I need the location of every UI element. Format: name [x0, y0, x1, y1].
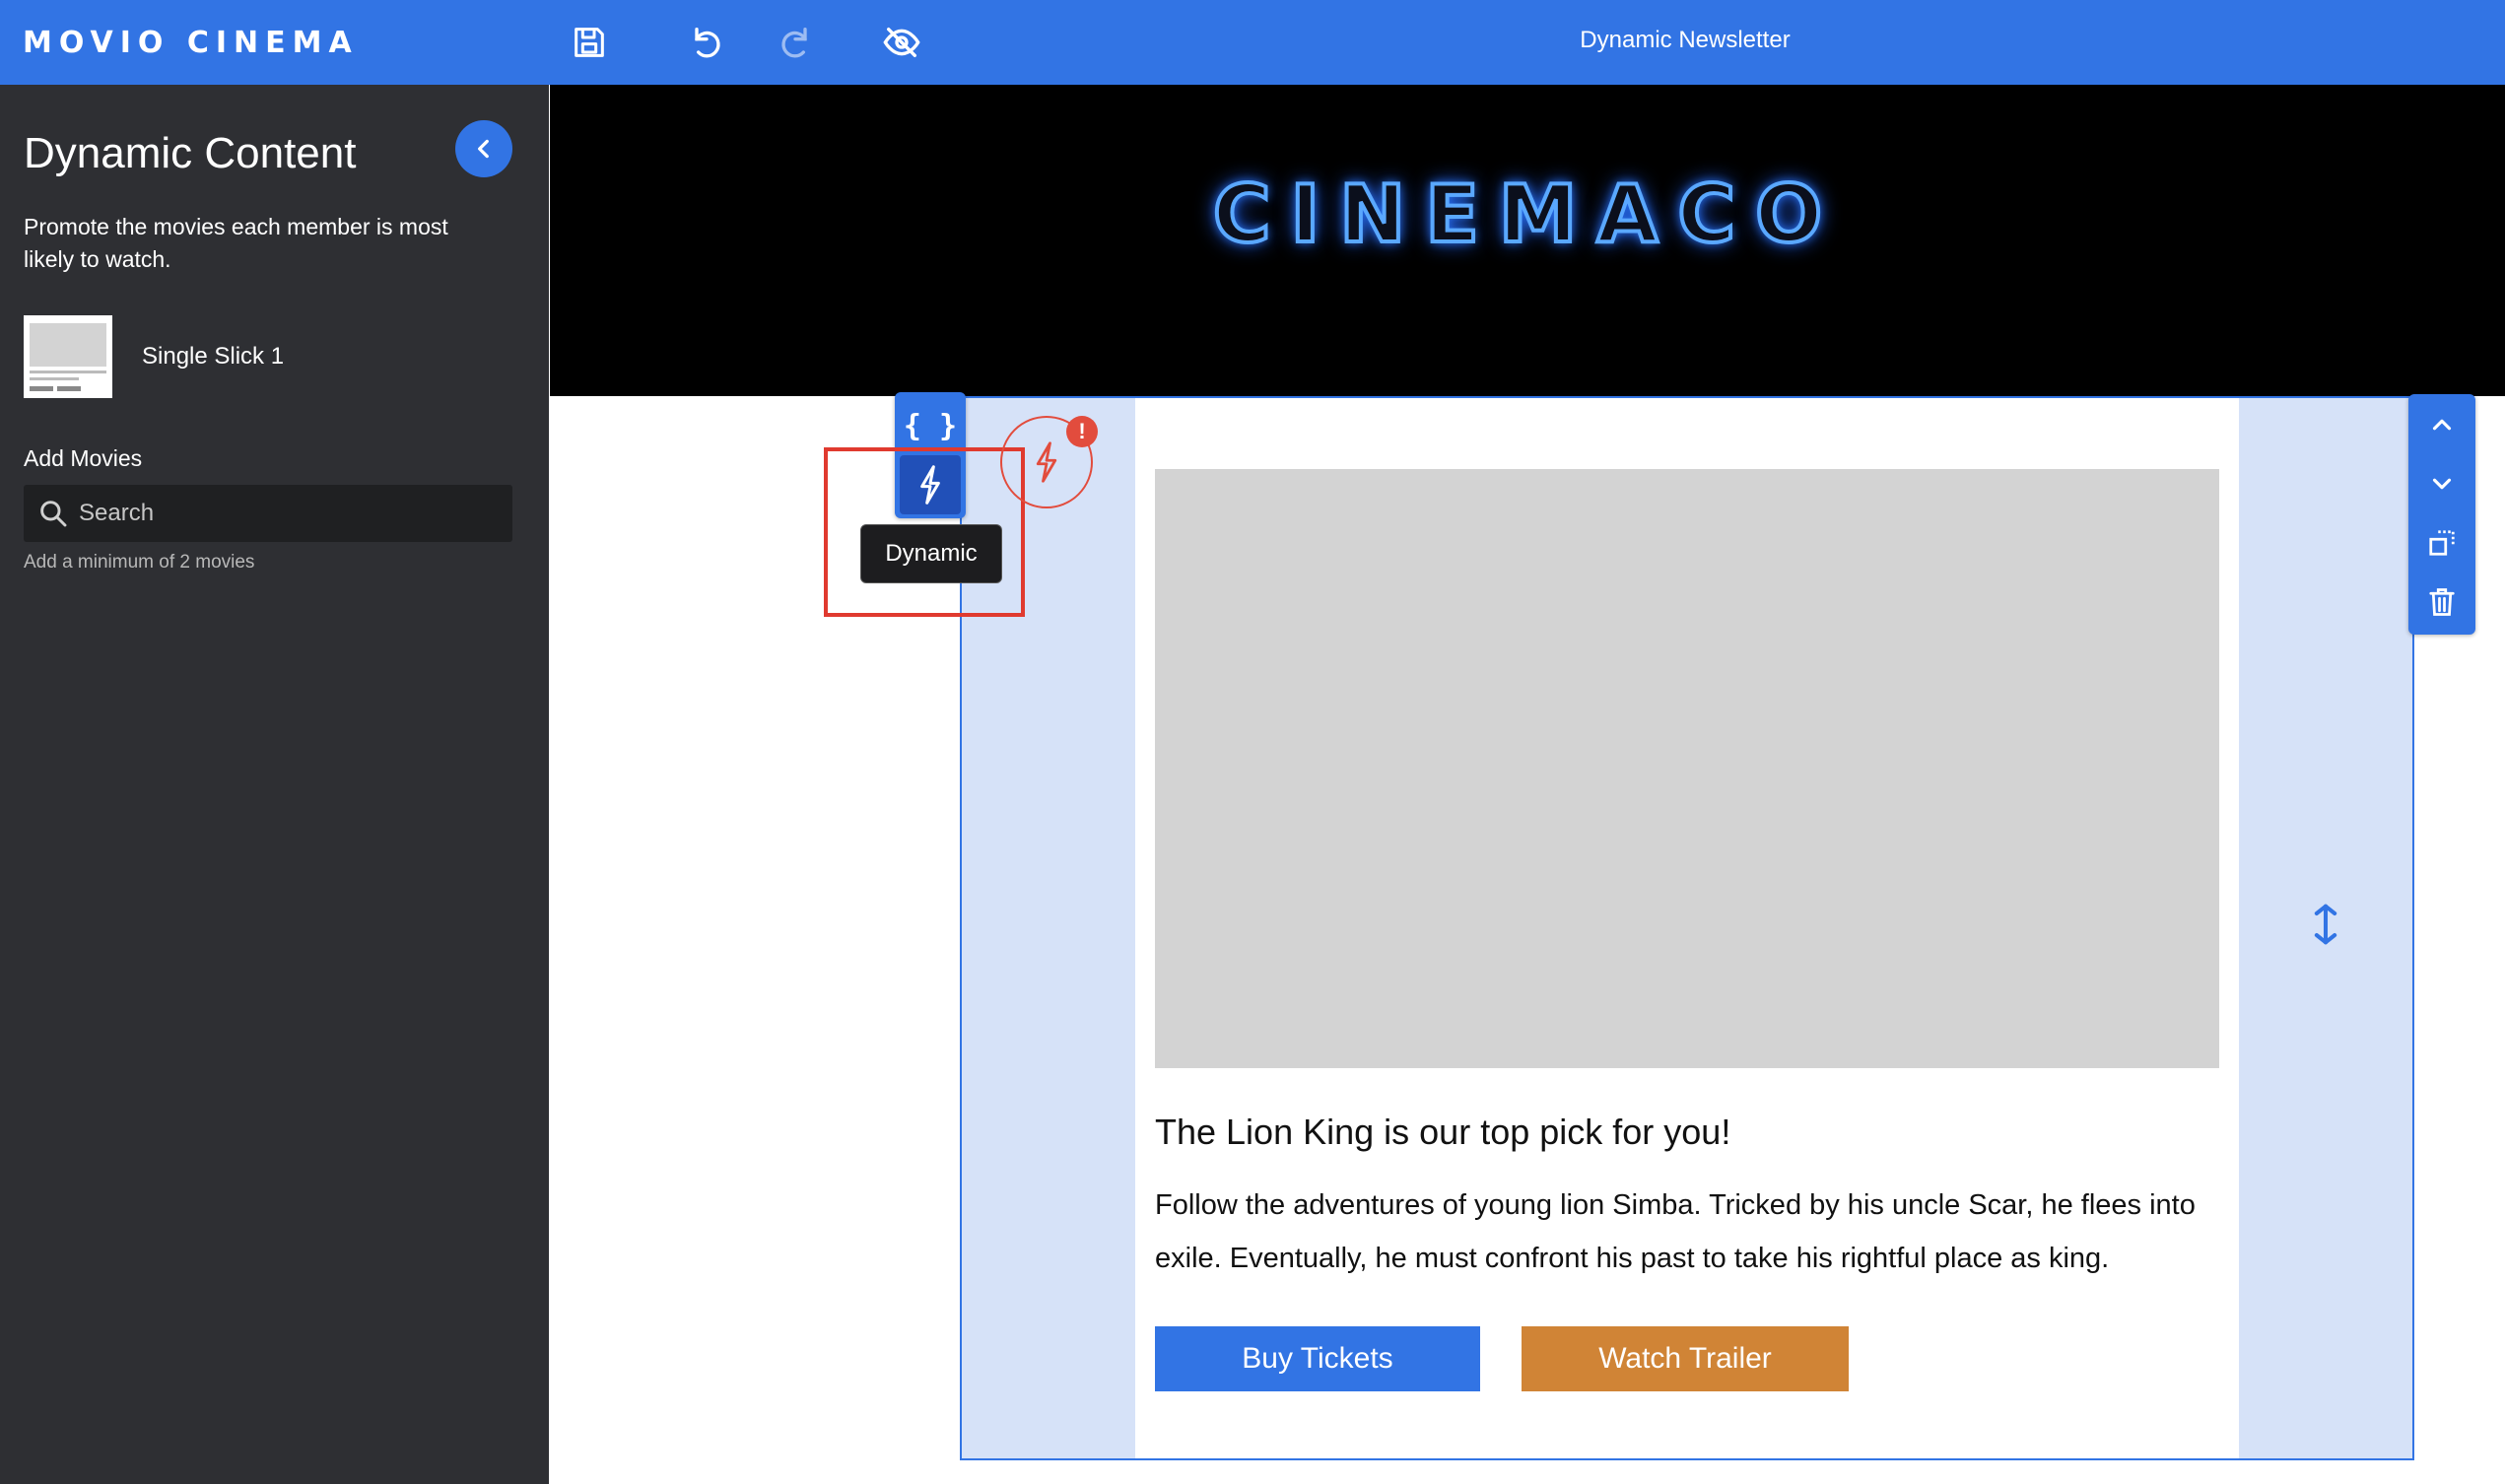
hide-preview-icon	[883, 28, 920, 57]
chevron-left-icon	[478, 139, 489, 159]
thumbnail-line	[30, 377, 79, 380]
movie-search[interactable]	[24, 485, 512, 542]
sidebar-title: Dynamic Content	[24, 129, 357, 177]
lightning-warning-icon	[1036, 441, 1057, 483]
duplicate-icon	[2429, 530, 2455, 556]
top-bar: MOVIO CINEMA Dynamic Newsletter	[0, 0, 2505, 85]
module-tools-right	[2408, 394, 2475, 635]
chevron-up-icon	[2432, 419, 2452, 431]
move-up-button[interactable]	[2408, 396, 2475, 453]
search-icon	[40, 501, 67, 527]
add-movies-hint: Add a minimum of 2 movies	[24, 552, 255, 573]
chevron-down-icon	[2432, 478, 2452, 490]
cinemaco-logo: CINEMACO	[1211, 167, 1843, 262]
code-button[interactable]: { }	[895, 398, 966, 453]
thumbnail-image	[30, 323, 106, 367]
delete-button[interactable]	[2408, 573, 2475, 631]
undo-icon	[695, 28, 720, 58]
watch-trailer-button[interactable]: Watch Trailer	[1522, 1326, 1849, 1391]
resize-vertical-icon[interactable]	[2308, 903, 2343, 946]
sidebar-description: Promote the movies each member is most l…	[24, 214, 448, 272]
redo-icon	[781, 28, 807, 58]
movie-image-placeholder[interactable]	[1155, 469, 2219, 1068]
template-name[interactable]: Single Slick 1	[142, 343, 284, 371]
thumbnail-line	[30, 371, 106, 373]
movie-description[interactable]: Follow the adventures of young lion Simb…	[1155, 1179, 2219, 1285]
save-icon	[575, 28, 604, 57]
undo-button[interactable]	[682, 18, 731, 67]
dynamic-content-sidebar: Dynamic Content Promote the movies each …	[0, 85, 549, 1484]
save-button[interactable]	[565, 18, 614, 67]
annotation-highlight-box	[824, 447, 1025, 617]
thumbnail-buttons	[30, 386, 106, 391]
brand-logo: MOVIO CINEMA	[23, 26, 359, 60]
template-thumbnail[interactable]	[24, 315, 112, 398]
move-down-button[interactable]	[2408, 455, 2475, 512]
warning-badge: !	[1066, 416, 1098, 447]
add-movies-label: Add Movies	[24, 445, 143, 471]
trash-icon	[2429, 588, 2455, 616]
preview-toggle-button[interactable]	[877, 18, 926, 67]
document-title: Dynamic Newsletter	[1580, 27, 1791, 53]
hero-banner[interactable]: CINEMACO	[550, 85, 2505, 396]
duplicate-button[interactable]	[2408, 514, 2475, 572]
movie-headline[interactable]: The Lion King is our top pick for you!	[1155, 1112, 1730, 1153]
collapse-sidebar-button[interactable]	[455, 120, 512, 177]
redo-button[interactable]	[771, 18, 820, 67]
search-input[interactable]	[79, 500, 493, 527]
buy-tickets-button[interactable]: Buy Tickets	[1155, 1326, 1480, 1391]
